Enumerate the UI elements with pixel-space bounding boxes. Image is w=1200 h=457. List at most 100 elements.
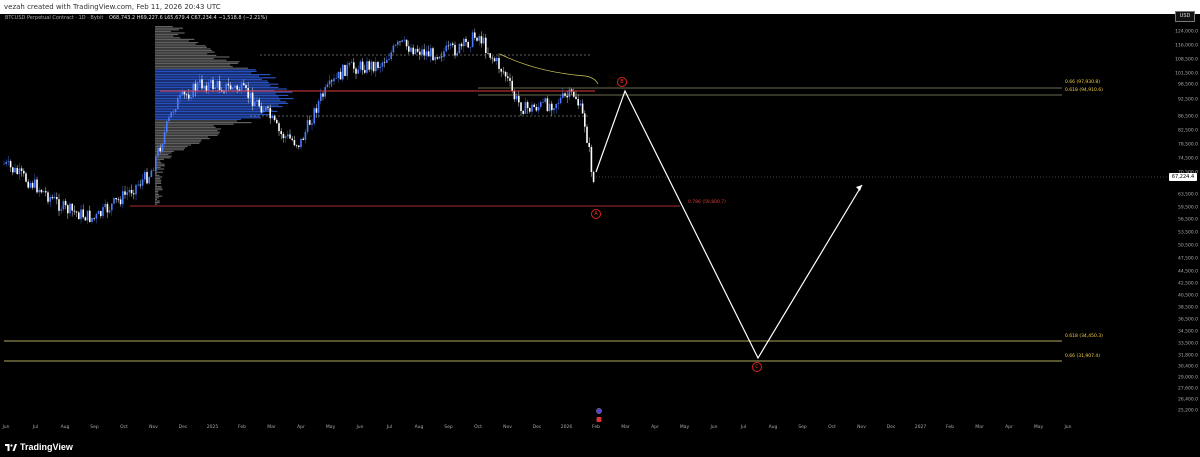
candle-body — [590, 146, 593, 173]
candle-body — [542, 101, 544, 103]
currency-selector[interactable]: USD — [1175, 11, 1195, 22]
candle-body — [335, 78, 337, 79]
volume-profile-bar — [155, 34, 179, 36]
candle-body — [139, 184, 142, 186]
candle-body — [419, 51, 421, 55]
candle-body — [344, 64, 346, 76]
volume-profile-bar — [155, 67, 249, 69]
price-tick: 36,500.0 — [1177, 317, 1198, 323]
candle-body — [533, 104, 535, 107]
candle-body — [491, 57, 494, 59]
candle-body — [421, 49, 423, 55]
candle-body — [86, 210, 89, 221]
wave-label-a[interactable]: A — [591, 209, 601, 219]
volume-profile-bar — [155, 61, 240, 63]
price-chart[interactable] — [0, 14, 1168, 424]
candle-body — [161, 143, 164, 152]
candle-body — [115, 197, 117, 200]
volume-profile-bar — [155, 146, 188, 148]
candle-body — [146, 172, 148, 184]
time-tick: Mar — [975, 425, 984, 430]
volume-profile-bar — [155, 107, 269, 109]
time-tick: Mar — [621, 425, 630, 430]
price-tick: 38,500.0 — [1177, 305, 1198, 311]
candle-body — [183, 91, 186, 95]
volume-profile-bar — [155, 82, 269, 84]
projected-wave-path — [595, 89, 863, 360]
candle-body — [577, 99, 579, 106]
volume-profile-bar — [155, 96, 279, 98]
volume-profile-bar — [155, 101, 287, 103]
candle-body — [584, 113, 586, 127]
candle-body — [38, 189, 40, 193]
time-tick: Nov — [503, 425, 512, 430]
candle-body — [155, 156, 157, 171]
time-tick: Apr — [651, 425, 659, 430]
fib-label-066-lower: 0.66 (31,907.4) — [1065, 354, 1101, 359]
candle-body — [71, 203, 73, 211]
price-tick: 44,500.0 — [1177, 269, 1198, 275]
volume-profile-bar — [155, 122, 252, 124]
candle-body — [170, 112, 172, 118]
volume-profile-bar — [155, 54, 217, 56]
candle-body — [436, 57, 439, 59]
tradingview-logo[interactable]: TradingView — [5, 442, 73, 452]
price-tick: 42,500.0 — [1177, 281, 1198, 287]
candle-body — [452, 43, 454, 45]
volume-profile-bar — [155, 154, 169, 156]
volume-profile-bar — [155, 179, 162, 181]
candle-body — [586, 126, 588, 143]
time-tick: Jun — [356, 425, 364, 430]
price-axis[interactable]: 124,000.0 116,000.0 108,500.0 101,500.0 98,5… — [1168, 14, 1200, 424]
candle-body — [573, 91, 575, 97]
candle-body — [119, 199, 122, 205]
candle-body — [548, 103, 551, 111]
event-icon[interactable] — [596, 408, 602, 414]
time-tick: May — [325, 425, 336, 430]
time-tick: Jul — [32, 425, 39, 430]
candle-body — [47, 192, 49, 202]
candle-body — [53, 196, 56, 199]
candle-body — [177, 97, 179, 110]
price-tick: 101,500.0 — [1175, 71, 1198, 77]
candle-body — [438, 56, 441, 59]
candle-body — [181, 91, 183, 95]
candle-body — [199, 79, 201, 83]
candle-body — [304, 131, 307, 140]
candle-body — [408, 46, 410, 52]
candle-body — [51, 197, 54, 199]
wave-label-b[interactable]: B — [617, 77, 627, 87]
volume-profile-bar — [155, 130, 218, 132]
candle-body — [124, 191, 126, 195]
time-tick: Jun — [2, 425, 10, 430]
candle-body — [500, 68, 502, 72]
candle-body — [498, 58, 500, 69]
candle-body — [423, 49, 425, 56]
candle-body — [104, 203, 106, 208]
price-tick: 98,500.0 — [1177, 82, 1198, 88]
candle-body — [399, 41, 401, 43]
wave-label-c[interactable]: C — [752, 362, 762, 372]
candle-body — [546, 98, 549, 111]
candle-body — [443, 51, 445, 57]
candle-body — [474, 32, 476, 38]
candle-body — [502, 71, 505, 73]
candle-body — [529, 108, 531, 112]
candle-body — [78, 212, 80, 220]
earnings-icon[interactable] — [596, 417, 602, 422]
volume-profile-bar — [155, 45, 206, 47]
price-tick: 34,500.0 — [1177, 329, 1198, 335]
candlesticks — [3, 28, 595, 224]
price-tick: 33,500.0 — [1177, 341, 1198, 347]
candle-body — [254, 101, 256, 107]
candle-body — [49, 197, 51, 202]
candle-body — [227, 83, 230, 86]
candle-body — [144, 172, 146, 180]
candle-body — [260, 106, 263, 113]
time-tick: Aug — [414, 425, 424, 430]
candle-body — [397, 41, 399, 45]
time-axis[interactable]: Jun Jul Aug Sep Oct Nov Dec 2025 Feb Mar Apr May Jun… — [0, 424, 1168, 432]
fib-label-0618-lower: 0.618 (34,450.3) — [1065, 334, 1103, 339]
price-tick: 59,500.0 — [1177, 205, 1198, 211]
candle-body — [350, 62, 353, 64]
